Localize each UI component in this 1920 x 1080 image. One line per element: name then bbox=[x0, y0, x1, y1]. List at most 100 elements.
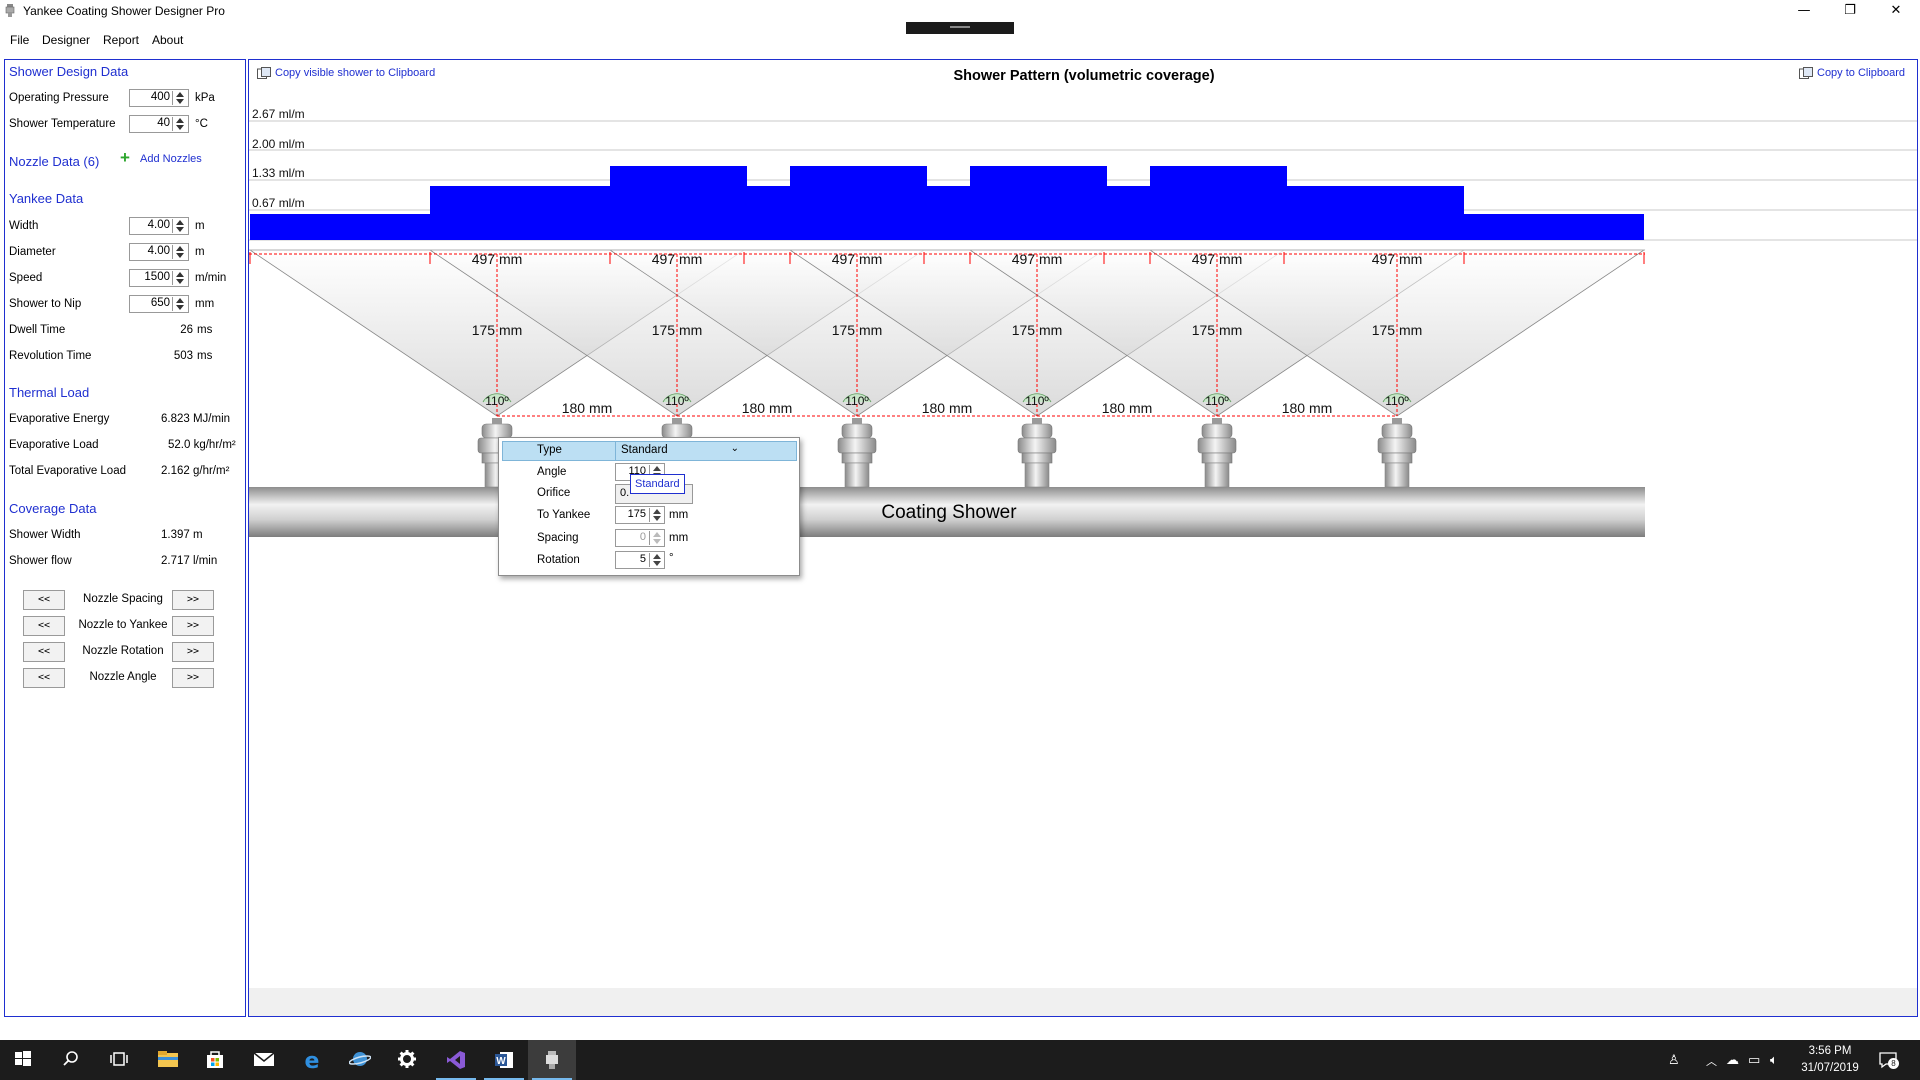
menu-report[interactable]: Report bbox=[103, 33, 139, 47]
menu-designer[interactable]: Designer bbox=[42, 33, 90, 47]
clock-time[interactable]: 3:56 PM bbox=[1790, 1043, 1870, 1060]
yankee-width-spinner[interactable]: 4.00 bbox=[129, 217, 189, 235]
start-button[interactable] bbox=[0, 1040, 48, 1080]
notification-count-badge: 8 bbox=[1888, 1058, 1899, 1069]
yankee-diameter-spinner[interactable]: 4.00 bbox=[129, 243, 189, 261]
spacing-value[interactable]: 0 bbox=[640, 531, 646, 543]
coverage-bar bbox=[430, 186, 1464, 240]
spacing-spinner[interactable]: 0 bbox=[615, 529, 665, 547]
nozzle-to-yankee-label: 175 mm bbox=[652, 322, 703, 338]
restore-button[interactable]: ❐ bbox=[1827, 0, 1873, 24]
nozzle-tip bbox=[1392, 418, 1402, 424]
spinner-arrows-icon[interactable] bbox=[172, 271, 187, 285]
yankee-speed-spinner[interactable]: 1500 bbox=[129, 269, 189, 287]
shower-designer-taskbar-button[interactable] bbox=[528, 1040, 576, 1080]
clock-date[interactable]: 31/07/2019 bbox=[1790, 1060, 1870, 1077]
shower-width-label: Shower Width bbox=[9, 529, 81, 541]
nozzle-body bbox=[1021, 452, 1053, 464]
nozzle-to-yankee-label: 175 mm bbox=[1372, 322, 1423, 338]
shower-to-nip-value[interactable]: 650 bbox=[151, 297, 170, 309]
nozzle-angle-increase-button[interactable]: >> bbox=[172, 668, 214, 688]
shower-temperature-unit: °C bbox=[195, 118, 208, 130]
search-button[interactable] bbox=[48, 1040, 96, 1080]
people-icon[interactable]: ♙ bbox=[1668, 1052, 1680, 1068]
nozzle-gap-label: 180 mm bbox=[742, 400, 793, 416]
orifice-value[interactable]: 0. bbox=[620, 487, 629, 499]
shower-temperature-spinner[interactable]: 40 bbox=[129, 115, 189, 133]
nozzle-rotation-increase-button[interactable]: >> bbox=[172, 642, 214, 662]
rotation-value[interactable]: 5 bbox=[640, 553, 646, 565]
nozzle-stem bbox=[1204, 462, 1230, 488]
mail-button[interactable] bbox=[240, 1040, 288, 1080]
rotation-label: Rotation bbox=[537, 554, 580, 566]
nozzle-properties-popup: Type Standard ⌄ Angle 110 Orifice 0. To … bbox=[498, 437, 800, 576]
sky-app-button[interactable] bbox=[336, 1040, 384, 1080]
shower-flow-label: Shower flow bbox=[9, 555, 72, 567]
onedrive-cloud-icon[interactable]: ☁ bbox=[1726, 1052, 1739, 1068]
nozzle-body bbox=[661, 423, 693, 439]
spinner-arrows-icon[interactable] bbox=[649, 553, 663, 567]
menu-about[interactable]: About bbox=[152, 33, 183, 47]
nozzle-type-value[interactable]: Standard bbox=[621, 444, 668, 456]
add-nozzles-button[interactable]: + Add Nozzles bbox=[120, 148, 202, 167]
nozzle-spacing-increase-button[interactable]: >> bbox=[172, 590, 214, 610]
spinner-arrows-icon[interactable] bbox=[172, 219, 187, 233]
operating-pressure-unit: kPa bbox=[195, 92, 215, 104]
dwell-time-label: Dwell Time bbox=[9, 324, 66, 336]
mail-icon bbox=[253, 1052, 275, 1066]
menu-file[interactable]: File bbox=[10, 33, 29, 47]
edge-browser-button[interactable]: e bbox=[288, 1040, 336, 1080]
shower-temperature-value[interactable]: 40 bbox=[157, 117, 170, 129]
nozzle-type-select[interactable]: Standard ⌄ bbox=[615, 441, 745, 461]
spinner-arrows-icon[interactable] bbox=[172, 91, 187, 105]
volume-icon[interactable]: 🔈︎ bbox=[1770, 1052, 1778, 1068]
spray-angle-label: 110º bbox=[1205, 394, 1229, 408]
close-button[interactable]: ✕ bbox=[1873, 0, 1919, 24]
network-icon[interactable]: ▭ bbox=[1748, 1052, 1760, 1068]
nozzle-body bbox=[1017, 437, 1057, 454]
edge-icon: e bbox=[305, 1049, 320, 1071]
visual-studio-button[interactable] bbox=[432, 1040, 480, 1080]
yankee-speed-label: Speed bbox=[9, 272, 43, 284]
to-yankee-value[interactable]: 175 bbox=[628, 508, 646, 520]
task-view-button[interactable] bbox=[96, 1040, 144, 1080]
yankee-width-value[interactable]: 4.00 bbox=[148, 219, 170, 231]
type-tooltip: Standard bbox=[630, 474, 685, 494]
y-level-label: 0.67 ml/m bbox=[252, 196, 305, 210]
settings-button[interactable] bbox=[384, 1040, 432, 1080]
nozzle-data-heading[interactable]: Nozzle Data (6) bbox=[9, 154, 99, 169]
gear-icon bbox=[398, 1050, 416, 1068]
nozzle-body bbox=[837, 437, 877, 454]
operating-pressure-value[interactable]: 400 bbox=[151, 91, 170, 103]
yankee-diameter-value[interactable]: 4.00 bbox=[148, 245, 170, 257]
operating-pressure-spinner[interactable]: 400 bbox=[129, 89, 189, 107]
nozzle-gap-label: 180 mm bbox=[922, 400, 973, 416]
total-evaporative-load-label: Total Evaporative Load bbox=[9, 465, 126, 477]
nozzle-coverage-label: 497 mm bbox=[832, 251, 883, 267]
spacing-unit: mm bbox=[669, 532, 689, 544]
to-yankee-spinner[interactable]: 175 bbox=[615, 506, 665, 524]
shower-nozzle-icon bbox=[546, 1051, 558, 1069]
add-nozzles-label[interactable]: Add Nozzles bbox=[140, 153, 202, 165]
word-button[interactable]: W bbox=[480, 1040, 528, 1080]
word-icon: W bbox=[495, 1052, 513, 1068]
minimize-button[interactable]: — bbox=[1781, 0, 1827, 24]
action-center-button[interactable]: 8 bbox=[1878, 1051, 1899, 1069]
store-button[interactable] bbox=[192, 1040, 240, 1080]
spray-angle-label: 110º bbox=[665, 394, 689, 408]
chevron-down-icon[interactable]: ⌄ bbox=[731, 443, 739, 454]
system-clock[interactable]: 3:56 PM 31/07/2019 bbox=[1790, 1043, 1870, 1077]
shower-to-nip-spinner[interactable]: 650 bbox=[129, 295, 189, 313]
spinner-arrows-icon[interactable] bbox=[172, 117, 187, 131]
nozzle-to-yankee-increase-button[interactable]: >> bbox=[172, 616, 214, 636]
spinner-arrows-icon[interactable] bbox=[172, 245, 187, 259]
coverage-bar bbox=[970, 166, 1107, 196]
spinner-arrows-icon[interactable] bbox=[172, 297, 187, 311]
rotation-spinner[interactable]: 5 bbox=[615, 551, 665, 569]
spinner-arrows-icon[interactable] bbox=[649, 531, 663, 545]
coverage-bar bbox=[610, 166, 747, 196]
file-explorer-button[interactable] bbox=[144, 1040, 192, 1080]
spinner-arrows-icon[interactable] bbox=[649, 508, 663, 522]
show-hidden-icons-chevron-up-icon[interactable]: ︿ bbox=[1706, 1053, 1717, 1069]
yankee-speed-value[interactable]: 1500 bbox=[144, 271, 170, 283]
